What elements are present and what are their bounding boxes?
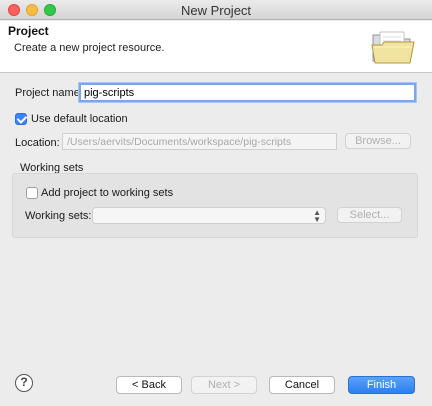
location-label: Location: — [15, 137, 60, 149]
project-name-input[interactable] — [79, 83, 416, 102]
finish-button[interactable]: Finish — [348, 376, 415, 394]
select-arrows-icon: ▲ ▼ — [313, 208, 321, 224]
wizard-banner: Project Create a new project resource. — [0, 21, 432, 73]
browse-button[interactable]: Browse... — [345, 133, 411, 149]
location-input[interactable] — [62, 133, 337, 150]
banner-description: Create a new project resource. — [14, 42, 165, 54]
use-default-location-checkbox[interactable] — [15, 113, 27, 125]
select-working-sets-button[interactable]: Select... — [337, 207, 402, 223]
window-title: New Project — [180, 3, 252, 18]
project-name-label: Project name: — [15, 87, 83, 99]
banner-title: Project — [8, 24, 49, 38]
add-to-working-sets-checkbox[interactable] — [26, 187, 38, 199]
working-sets-group — [12, 173, 418, 238]
working-sets-select[interactable]: ▲ ▼ — [92, 207, 326, 224]
back-button[interactable]: < Back — [116, 376, 182, 394]
working-sets-field-label: Working sets: — [25, 210, 92, 222]
window-titlebar: New Project — [0, 0, 432, 20]
help-icon[interactable]: ? — [15, 374, 33, 392]
cancel-button[interactable]: Cancel — [269, 376, 335, 394]
use-default-location-label: Use default location — [31, 113, 128, 125]
next-button[interactable]: Next > — [191, 376, 257, 394]
add-to-working-sets-label: Add project to working sets — [41, 187, 174, 199]
open-folder-icon — [371, 31, 415, 64]
